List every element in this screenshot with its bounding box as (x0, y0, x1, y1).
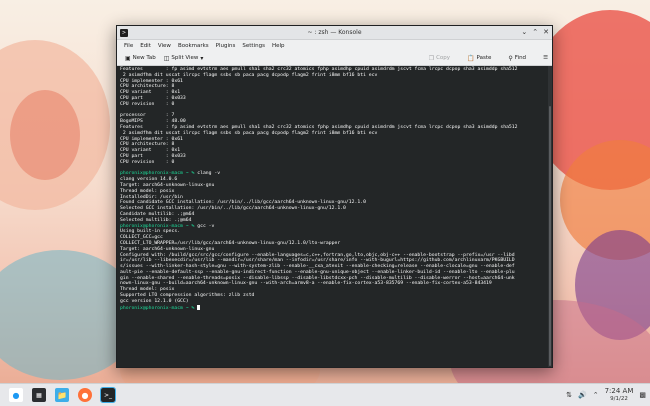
pager-icon[interactable]: ▦ (32, 388, 46, 402)
hamburger-menu-icon[interactable]: ☰ (543, 55, 548, 61)
network-icon[interactable]: ⇅ (566, 391, 572, 399)
clock-date: 9/1/22 (610, 396, 628, 402)
window-titlebar[interactable]: > ~ : zsh — Konsole ⌄ ⌃ ✕ (117, 26, 552, 40)
terminal-line: nown-linux-gnu --build=aarch64-unknown-l… (120, 281, 492, 287)
copy-label: Copy (436, 55, 451, 61)
maximize-icon[interactable]: ⌃ (532, 28, 538, 36)
copy-icon: ❐ (428, 54, 435, 62)
copy-button[interactable]: ❐ Copy (429, 55, 450, 62)
terminal-line: Features : fp asimd evtstrm aes pmull sh… (120, 124, 518, 130)
terminal-cursor (197, 304, 201, 310)
menu-file[interactable]: File (124, 43, 133, 49)
close-icon[interactable]: ✕ (543, 28, 549, 36)
minimize-icon[interactable]: ⌄ (521, 28, 527, 36)
split-view-label: Split View (171, 55, 199, 61)
toolbar: ▣ New Tab ◫ Split View ▾ ❐ Copy 📋 Paste … (117, 51, 552, 66)
terminal-line: ault-pie --enable-default-ssp --enable-g… (120, 269, 515, 275)
window-title: ~ : zsh — Konsole (307, 29, 362, 36)
menu-view[interactable]: View (158, 43, 171, 49)
new-tab-icon: ▣ (125, 54, 131, 62)
file-manager-icon[interactable]: 📁 (55, 388, 69, 402)
menubar: File Edit View Bookmarks Plugins Setting… (117, 40, 552, 51)
paste-icon: 📋 (467, 54, 475, 62)
terminal-icon[interactable]: > (120, 28, 128, 37)
new-tab-label: New Tab (132, 55, 156, 61)
split-view-button[interactable]: ◫ Split View ▾ (164, 55, 206, 62)
show-desktop-icon[interactable]: ▩ (639, 391, 646, 399)
system-tray: ⇅ 🔊 ⌃ 7:24 AM 9/1/22 ▩ (566, 384, 646, 406)
find-button[interactable]: ⚲ Find (508, 55, 526, 62)
paste-label: Paste (476, 55, 492, 61)
scrollbar-thumb[interactable] (549, 106, 551, 366)
paste-button[interactable]: 📋 Paste (467, 55, 491, 62)
shell-prompt: phoronix@phoronix-macm ~ % (120, 223, 195, 229)
konsole-window[interactable]: > ~ : zsh — Konsole ⌄ ⌃ ✕ File Edit View… (116, 25, 553, 368)
shell-prompt: phoronix@phoronix-macm ~ % (120, 305, 195, 311)
clock[interactable]: 7:24 AM 9/1/22 (605, 387, 634, 403)
taskbar: ● ▦ 📁 ● >_ ⇅ 🔊 ⌃ 7:24 AM 9/1/22 ▩ (0, 383, 650, 406)
search-icon: ⚲ (508, 54, 513, 62)
menu-settings[interactable]: Settings (242, 43, 265, 49)
chevron-down-icon: ▾ (200, 54, 204, 62)
new-tab-button[interactable]: ▣ New Tab (125, 55, 156, 62)
notifications-icon[interactable]: ⌃ (593, 391, 599, 399)
menu-edit[interactable]: Edit (140, 43, 151, 49)
firefox-icon[interactable]: ● (78, 388, 92, 402)
terminal-line: phoronix@phoronix-macm ~ % (120, 304, 549, 311)
app-launcher-icon[interactable]: ● (9, 388, 23, 402)
split-view-icon: ◫ (163, 54, 170, 62)
menu-help[interactable]: Help (272, 43, 285, 49)
shell-prompt: phoronix@phoronix-macm ~ % (120, 171, 195, 177)
volume-icon[interactable]: 🔊 (578, 391, 587, 399)
terminal-scrollbar[interactable] (548, 66, 552, 367)
konsole-icon[interactable]: >_ (100, 387, 116, 403)
terminal-output[interactable]: Features : fp asimd evtstrm aes pmull sh… (117, 66, 552, 367)
menu-bookmarks[interactable]: Bookmarks (178, 43, 209, 49)
terminal-line: Features : fp asimd evtstrm aes pmull sh… (120, 67, 518, 72)
menu-plugins[interactable]: Plugins (216, 43, 236, 49)
clock-time: 7:24 AM (604, 387, 634, 395)
find-label: Find (514, 55, 527, 61)
